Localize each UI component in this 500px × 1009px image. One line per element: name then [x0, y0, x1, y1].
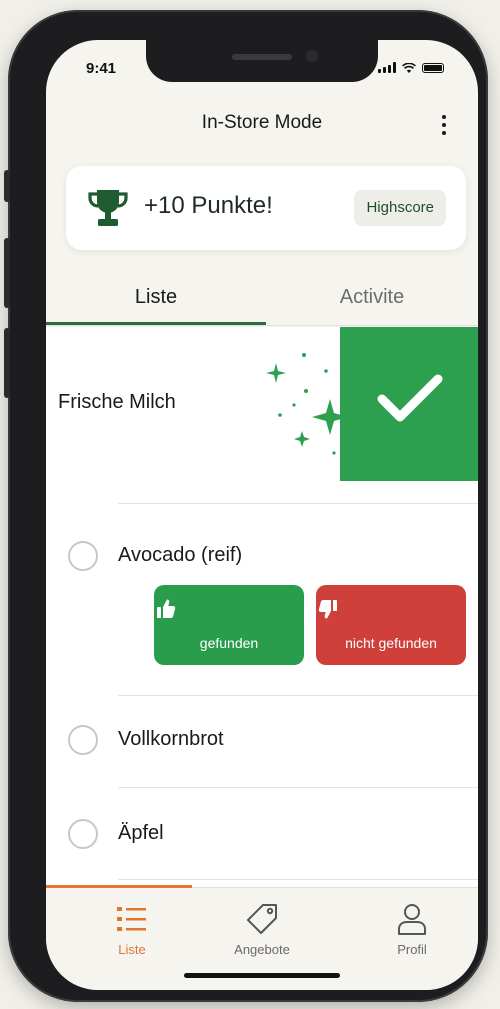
item-label: Frische Milch: [58, 391, 176, 413]
list-item-checked[interactable]: Frische Milch: [46, 327, 478, 481]
thumbs-down-icon: [318, 600, 337, 619]
more-options-icon[interactable]: [434, 112, 454, 138]
speaker-grille: [232, 54, 292, 60]
tab-bar: Liste Activite: [46, 272, 478, 326]
found-label: gefunden: [199, 635, 259, 651]
volume-up-button: [4, 238, 10, 308]
volume-down-button: [4, 328, 10, 398]
nav-label: Profil: [397, 942, 427, 957]
divider: [118, 787, 478, 788]
checked-status-box: [340, 327, 478, 481]
wifi-icon: [402, 62, 416, 73]
item-label[interactable]: Äpfel: [118, 822, 164, 845]
front-camera: [306, 50, 318, 62]
list-icon: [117, 907, 146, 931]
nav-item-liste[interactable]: Liste: [82, 902, 182, 957]
status-time: 9:41: [86, 60, 117, 77]
tab-activite[interactable]: Activite: [266, 272, 478, 322]
status-icons: [378, 62, 444, 73]
nav-item-profil[interactable]: Profil: [362, 902, 462, 957]
item-radio[interactable]: [68, 725, 98, 755]
item-label[interactable]: Vollkornbrot: [118, 728, 224, 751]
app-screen: 9:41 In-Store Mode +10 Punkte! Highscore…: [46, 40, 478, 990]
page-title: In-Store Mode: [201, 112, 323, 133]
highscore-button[interactable]: Highscore: [354, 190, 446, 226]
bottom-nav: Liste Angebote Profil: [46, 885, 478, 990]
active-tab-indicator: [46, 322, 266, 325]
active-nav-indicator: [46, 885, 192, 888]
nav-item-angebote[interactable]: Angebote: [212, 902, 312, 957]
notch: [146, 40, 378, 82]
user-icon: [398, 904, 426, 935]
nav-label: Liste: [118, 942, 146, 957]
found-button[interactable]: gefunden: [154, 585, 304, 665]
trophy-icon: [88, 190, 128, 226]
divider: [118, 879, 478, 880]
divider: [118, 503, 478, 504]
tab-divider: [46, 325, 478, 326]
divider: [118, 695, 478, 696]
item-radio[interactable]: [68, 819, 98, 849]
phone-frame: 9:41 In-Store Mode +10 Punkte! Highscore…: [4, 10, 488, 1002]
signal-icon: [378, 62, 396, 73]
item-radio[interactable]: [68, 541, 98, 571]
thumbs-up-icon: [157, 599, 176, 618]
checkmark-icon: [377, 374, 443, 422]
home-indicator: [184, 973, 340, 978]
mute-switch: [4, 170, 10, 202]
points-card: +10 Punkte! Highscore: [66, 166, 466, 250]
nav-label: Angebote: [234, 942, 290, 957]
tag-icon: [247, 904, 277, 934]
points-text: +10 Punkte!: [144, 192, 273, 219]
item-label[interactable]: Avocado (reif): [118, 544, 242, 567]
tab-liste[interactable]: Liste: [46, 272, 266, 322]
not-found-button[interactable]: nicht gefunden: [316, 585, 466, 665]
not-found-label: nicht gefunden: [345, 635, 437, 651]
battery-icon: [422, 62, 444, 73]
shopping-list: Frische Milch Avocado (reif) gefunden ni…: [46, 327, 478, 888]
